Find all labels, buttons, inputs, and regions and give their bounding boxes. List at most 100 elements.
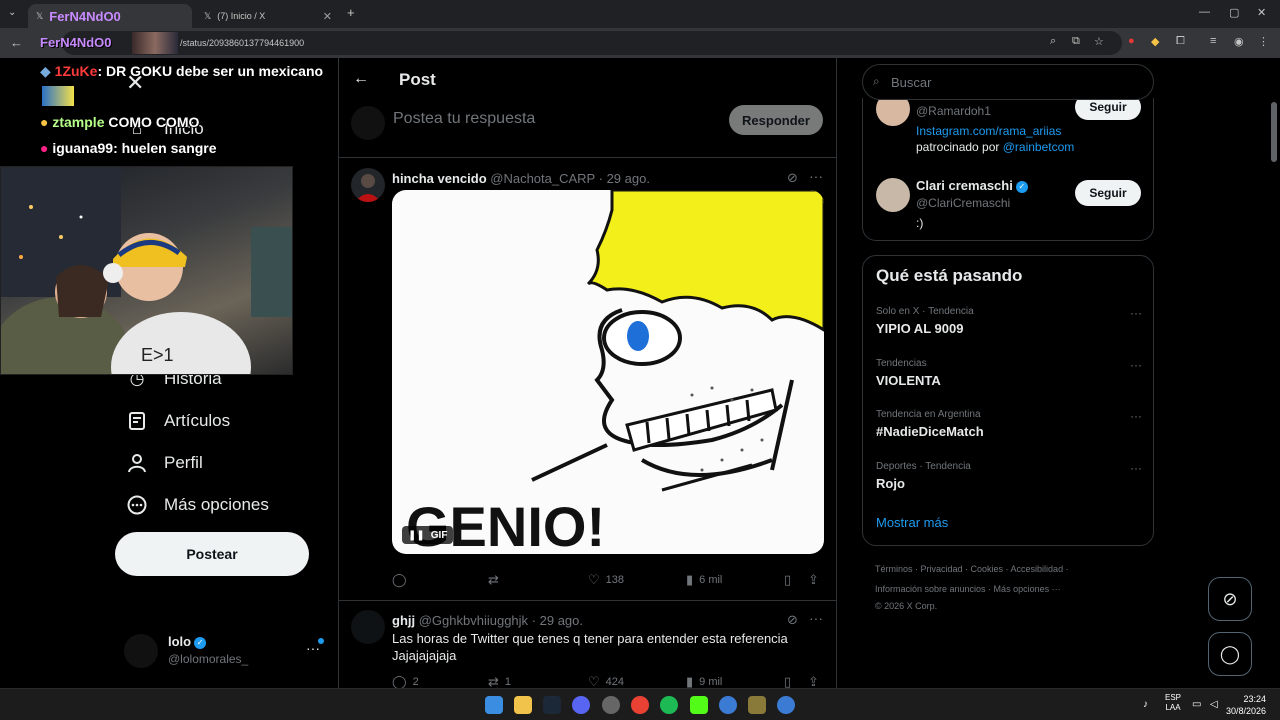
app-icon[interactable] [719, 696, 737, 714]
tweet-date[interactable]: · 29 ago. [599, 171, 650, 186]
tweet-date[interactable]: · 29 ago. [532, 613, 583, 628]
retweet-action[interactable]: ⇄ 1 [488, 674, 511, 688]
discord-icon[interactable] [572, 696, 590, 714]
chat-text: : DR GOKU debe ser un mexicano [97, 63, 324, 79]
mic-icon[interactable]: ♪ [1143, 699, 1148, 710]
retweet-action[interactable]: ⇄ [488, 572, 505, 588]
reply-action[interactable]: ◯ 2 [392, 674, 419, 688]
tweet-author-name[interactable]: hincha vencido [392, 171, 487, 186]
post-button[interactable]: Postear [115, 532, 309, 576]
like-action[interactable]: ♡ 138 [588, 572, 624, 588]
extension-icon[interactable]: ● [1128, 35, 1135, 47]
chat-message: ● iguana99: huelen sangre [40, 140, 217, 156]
trend-more-icon[interactable]: ··· [1130, 461, 1142, 475]
scrollbar[interactable] [1268, 58, 1280, 688]
trend-item[interactable]: Solo en X · Tendencia YIPIO AL 9009 ··· [876, 306, 1142, 336]
trend-item[interactable]: Tendencias VIOLENTA ··· [876, 358, 1142, 388]
network-icon[interactable]: ▭ [1192, 699, 1201, 710]
grok-icon[interactable]: ⊘ [787, 170, 798, 186]
browser-tab-bar: ⌄ 𝕏 FerN4NdO0 𝕏 (7) Inicio / X ✕ + — ▢ ✕ [0, 0, 1280, 28]
bookmark-action[interactable]: ▯ [784, 674, 797, 688]
maximize-icon[interactable]: ▢ [1229, 6, 1239, 19]
nav-item-articulos[interactable]: Artículos [126, 410, 230, 432]
zoom-icon[interactable]: ⌕ [1050, 35, 1056, 48]
nav-item-mas-opciones[interactable]: Más opciones [126, 494, 269, 516]
tweet[interactable]: hincha vencido @Nachota_CARP · 29 ago. ⊘… [339, 168, 837, 598]
grok-icon[interactable]: ⊘ [787, 612, 798, 628]
clock[interactable]: 23:24 30/8/2026 [1226, 693, 1266, 717]
obs-icon[interactable] [602, 696, 620, 714]
profile-icon [126, 452, 148, 474]
pause-icon[interactable]: ❚❚ [408, 530, 425, 541]
bookmark-star-icon[interactable]: ☆ [1094, 35, 1104, 48]
close-window-icon[interactable]: ✕ [1257, 6, 1266, 19]
like-action[interactable]: ♡ 424 [588, 674, 624, 688]
tweet-more-icon[interactable]: ··· [809, 610, 823, 626]
views-action[interactable]: ▮ 9 mil [686, 674, 722, 688]
start-icon[interactable] [485, 696, 503, 714]
profile-avatar-icon[interactable]: ◉ [1234, 35, 1244, 48]
app-icon[interactable] [748, 696, 766, 714]
trend-item[interactable]: Tendencia en Argentina #NadieDiceMatch ·… [876, 409, 1142, 439]
messages-fab-icon[interactable]: ◯ [1208, 632, 1252, 676]
share-action[interactable]: ⇪ [808, 674, 825, 688]
extension-icon[interactable]: ◆ [1151, 35, 1159, 48]
kick-icon[interactable] [690, 696, 708, 714]
tweet-author-name[interactable]: ghjj [392, 613, 415, 628]
tab-stream[interactable]: 𝕏 FerN4NdO0 [28, 4, 192, 28]
tab-search-icon[interactable]: ⌄ [8, 7, 16, 18]
tweet-author-handle[interactable]: @Nachota_CARP [490, 171, 595, 186]
trend-more-icon[interactable]: ··· [1130, 409, 1142, 423]
chrome-icon[interactable] [631, 696, 649, 714]
trend-more-icon[interactable]: ··· [1130, 306, 1142, 320]
chat-text: COMO COMO [104, 114, 200, 130]
trend-item[interactable]: Deportes · Tendencia Rojo ··· [876, 461, 1142, 491]
reply-action[interactable]: ◯ [392, 572, 413, 588]
close-tab-icon[interactable]: ✕ [323, 10, 332, 23]
language-indicator[interactable]: ESP LAA [1165, 693, 1181, 713]
spotify-icon[interactable] [660, 696, 678, 714]
tweet-gif[interactable]: GENIO! ❚❚ GIF [392, 190, 824, 554]
scrollbar-thumb[interactable] [1271, 102, 1277, 162]
gif-badge[interactable]: ❚❚ GIF [402, 526, 454, 544]
bookmark-action[interactable]: ▯ [784, 572, 797, 588]
back-arrow-icon[interactable]: ← [10, 35, 23, 50]
views-action[interactable]: ▮ 6 mil [686, 572, 722, 588]
chat-badge-icon: ◆ [40, 63, 51, 79]
trend-more-icon[interactable]: ··· [1130, 358, 1142, 372]
heart-icon: ♡ [588, 572, 600, 587]
follow-button[interactable]: Seguir [1075, 180, 1141, 206]
search-input[interactable]: ⌕ Buscar [862, 64, 1154, 100]
app-icon[interactable] [777, 696, 795, 714]
steam-icon[interactable] [543, 696, 561, 714]
cast-icon[interactable]: ⧉ [1072, 35, 1080, 48]
avatar[interactable] [351, 168, 385, 202]
reply-button[interactable]: Responder [729, 105, 823, 135]
taskbar: ♪ ESP LAA ▭ ◁ 23:24 30/8/2026 [0, 688, 1280, 720]
grok-fab-icon[interactable]: ⊘ [1208, 577, 1252, 621]
volume-icon[interactable]: ◁ [1210, 699, 1218, 710]
reading-list-icon[interactable]: ≡ [1210, 35, 1216, 47]
user-bio-link[interactable]: Instagram.com/rama_ariias [916, 124, 1061, 138]
file-explorer-icon[interactable] [514, 696, 532, 714]
show-more-link[interactable]: Mostrar más [876, 515, 948, 530]
footer-links[interactable]: Información sobre anuncios · Más opcione… [875, 584, 1061, 594]
footer-links[interactable]: Términos · Privacidad · Cookies · Accesi… [875, 564, 1069, 574]
tab-inicio[interactable]: 𝕏 (7) Inicio / X ✕ [196, 4, 340, 28]
minimize-icon[interactable]: — [1199, 6, 1210, 18]
nav-item-perfil[interactable]: Perfil [126, 452, 203, 474]
url-field[interactable]: /status/2093860137794461900 [62, 31, 1122, 55]
back-arrow-icon[interactable]: ← [353, 70, 369, 88]
tweet[interactable]: ghjj @Gghkbvhiiugghjk · 29 ago. ⊘ ··· La… [339, 610, 837, 688]
tweet-more-icon[interactable]: ··· [809, 168, 823, 184]
menu-kebab-icon[interactable]: ⋮ [1258, 35, 1269, 48]
tweet-author-handle[interactable]: @Gghkbvhiiugghjk [419, 613, 528, 628]
new-tab-button[interactable]: + [347, 5, 355, 20]
bio-mention[interactable]: @rainbetcom [1003, 140, 1075, 154]
avatar[interactable] [351, 610, 385, 644]
avatar[interactable] [876, 178, 910, 212]
reply-input[interactable]: Postea tu respuesta [393, 110, 535, 128]
extensions-puzzle-icon[interactable]: ⧠ [1176, 35, 1185, 48]
share-action[interactable]: ⇪ [808, 572, 825, 588]
account-switcher[interactable]: lolo ✓ @lolomorales_ ··· [124, 632, 334, 672]
